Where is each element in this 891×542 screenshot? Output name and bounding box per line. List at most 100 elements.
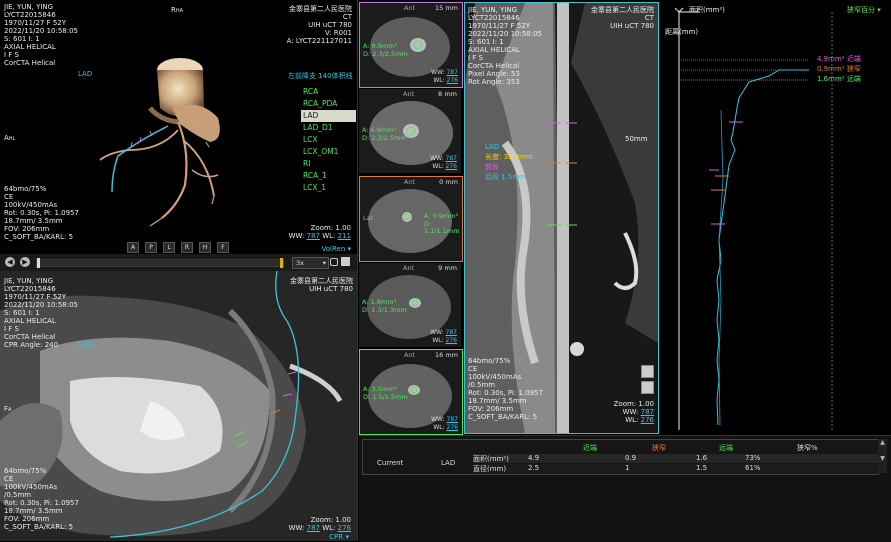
results-panel: 近端 狭窄 远端 狭窄% Current LAD 面积(mm²) 4.9 0.9… [359,435,891,542]
vessel-item-rca[interactable]: RCA [301,86,356,98]
wl-value: WL: 276 [432,337,457,344]
view-button-head[interactable]: H [199,242,211,253]
cpr-tech-info: 64bmo/75% CE 100kV/450mAs /0.5mm Rot: 0.… [4,467,79,531]
vessel-item-ri[interactable]: RI [301,158,356,170]
prev-frame-icon[interactable]: ◀ [5,257,15,267]
ww-number[interactable]: 787 [446,329,457,336]
save-icon[interactable] [341,257,350,266]
play-icon[interactable]: ▶ [20,257,30,267]
tech-line: CE [4,193,14,201]
graph-stenosis-line: 0.9mm² 狭窄 [817,65,861,73]
cpr-angle: CPR Angle: 240 [4,341,59,349]
cross-section-4[interactable]: Ant 9 mm A: 1.8mm² D: 1.3/1.3mm WW: 787 … [359,263,461,347]
tech-line: Rot: 0.30s, Pi: 1.0957 [468,389,543,397]
ww-value[interactable]: 787 [307,232,320,240]
metric-value: 0.9 [625,454,637,462]
vessel-item-rca-pda[interactable]: RCA_PDA [301,98,356,110]
zoom-value: Zoom: 1.00 [613,400,654,408]
tech-line: 18.7mm/ 3.5mm [4,507,63,515]
cross-section-5[interactable]: Ant 16 mm A: 3.5mm² D: 1.5/1.5mm WW: 787… [359,349,463,435]
scroll-up-icon[interactable]: ▲ [878,439,887,447]
cpr-hospital-info: 金寨县第二人民医院 UIH uCT 780 [290,277,353,293]
metric-value: 1.6 [696,454,708,462]
table-row[interactable]: 直径(mm) 2.5 1 1.5 61% [473,464,878,473]
speed-select[interactable]: 3x ▾ [292,257,329,269]
ww-number[interactable]: 787 [447,69,458,76]
wl-number[interactable]: 276 [446,163,457,170]
vessel-item-lcx[interactable]: LCX [301,134,356,146]
cross-section-1[interactable]: Ant 15 mm A: 9.9mm² D: 2.3/2.5mm WW: 787… [359,2,463,88]
cine-slider[interactable] [36,258,284,268]
patient-dob: 1970/11/27 F 52Y [468,22,531,30]
orientation-label: Ant [403,90,415,98]
wl-number[interactable]: 276 [446,337,457,344]
slider-thumb-end[interactable] [280,258,283,268]
patient-name: JIE, YUN, YING [4,277,54,285]
tech-line: 100kV/450mAs [4,201,58,209]
vessel-item-lcx-om1[interactable]: LCX_OM1 [301,146,356,158]
table-row[interactable]: 面积(mm²) 4.9 0.9 1.6 73% [473,454,878,463]
cpr-mode-dropdown[interactable]: CPR ▾ [329,533,349,541]
divider-vertical[interactable] [357,0,358,541]
straight-tech-info: 64bmo/75% CE 100kV/450mAs /0.5mm Rot: 0.… [468,357,543,421]
ww-wl: WW: 787 WL: 211 [289,232,351,240]
wl-value[interactable]: 276 [641,416,654,424]
graph-mode-dropdown[interactable]: 狭窄百分 ▾ [847,6,881,14]
study-date: 2022/11/20 10:58:05 [468,30,543,38]
cross-section-3[interactable]: Ant 0 mm Lat A: 0.9mm² D: 1.1/1.1mm [359,176,463,262]
table-scrollbar[interactable]: ▲ ▼ [878,439,887,473]
vessel-item-lcx-1[interactable]: LCX_1 [301,182,356,194]
wl-number[interactable]: 276 [447,77,458,84]
straightened-viewport[interactable]: JIE, YUN, YING LYCT22015846 1970/11/27 F… [464,2,659,434]
wl-value[interactable]: 276 [338,524,351,532]
diameter-label: D: 1.5/1.5mm [363,393,408,401]
wl-value: WL: 276 [432,163,457,170]
tech-line: C_SOFT_BA/KARL: 5 [4,233,74,241]
area-label: A: 6.9mm² [362,126,397,134]
metric-value: 73% [745,454,761,462]
ww-value: WW: 787 [431,69,458,76]
cross-section-2[interactable]: Ant 8 mm A: 6.9mm² D: 2.3/2.5mm WW: 787 … [359,89,461,173]
diameter-label: D: 2.3/2.5mm [363,50,408,58]
view-button-foot[interactable]: F [217,242,229,253]
cpr-orientation: FA [4,405,11,414]
accession: A: LYCT221127011 [286,37,352,45]
graph-x-label: 面积(mm²) [689,6,725,14]
distance-label: 15 mm [434,4,458,12]
vr-viewport[interactable]: JIE, YUN, YING LYCT22015846 1970/11/27 F… [0,0,357,254]
graph-line-value: 1.6mm² [817,75,845,83]
scroll-down-icon[interactable]: ▼ [878,455,887,463]
scanner: UIH uCT 780 [610,22,654,30]
ww-number[interactable]: 787 [447,416,458,423]
tech-line: FOV: 206mm [4,515,50,523]
ww-number[interactable]: 787 [446,155,457,162]
cpr-viewport[interactable]: JIE, YUN, YING LYCT22015846 1970/11/27 F… [0,271,357,541]
row-vessel: LAD [441,459,456,467]
straight-hospital-info: 金寨县第二人民医院 CT UIH uCT 780 [591,6,654,30]
wl-value[interactable]: 211 [338,232,351,240]
view-button-anterior[interactable]: A [127,242,139,253]
header-proximal: 近端 [583,444,597,452]
area-profile-graph[interactable]: 面积(mm²) 距离(mm) 狭窄百分 ▾ 4.9mm² 近端 0.9mm² 狭… [659,0,891,432]
view-button-left[interactable]: L [163,242,175,253]
patient-name: JIE, YUN, YING [4,3,54,11]
vessel-item-rca-1[interactable]: RCA_1 [301,170,356,182]
ww-value[interactable]: 787 [641,408,654,416]
slider-thumb-start[interactable] [37,258,40,268]
vessel-item-lad-d1[interactable]: LAD_D1 [301,122,356,134]
grid-toggle-icon[interactable] [641,381,654,394]
wl-number[interactable]: 276 [447,424,458,431]
vr-vessel-label: LAD [78,70,93,78]
row-label: Current [377,459,404,467]
protocol: CorCTA Helical [4,59,56,67]
orientation-label: Ant [404,178,416,186]
layout-toggle-icon[interactable] [641,365,654,378]
vessel-item-lad[interactable]: LAD [301,110,356,122]
patient-id: LYCT22015846 [468,14,520,22]
vr-patient-info: JIE, YUN, YING LYCT22015846 1970/11/27 F… [4,3,78,67]
render-mode-dropdown[interactable]: VolRen ▾ [321,245,351,253]
ww-value[interactable]: 787 [307,524,320,532]
view-button-right[interactable]: R [181,242,193,253]
view-button-posterior[interactable]: P [145,242,157,253]
loop-icon[interactable] [330,258,338,266]
